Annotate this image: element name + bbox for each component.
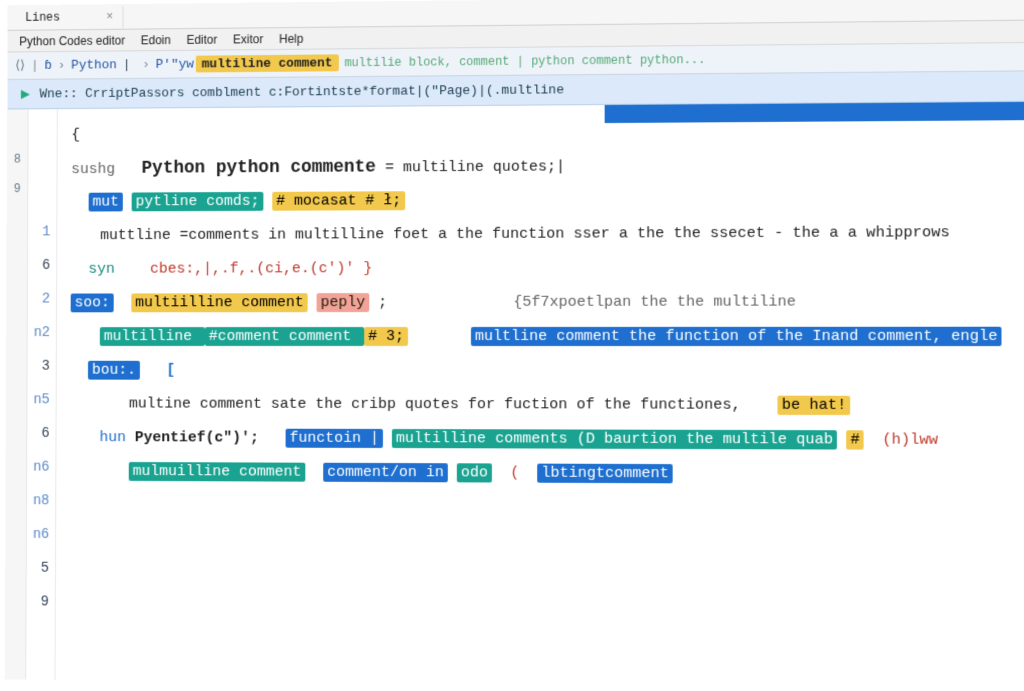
code-line: mut pytline comds; # mocasat # ł; (71, 181, 1024, 219)
code-line: mulmuilline comment comment/on in odo ( … (70, 455, 1024, 493)
tab-label: Lines (25, 10, 60, 24)
line-number-gutter: 162n23n56n6n8n659 (26, 109, 58, 680)
close-icon[interactable]: × (106, 10, 113, 24)
code-line: muttline =comments in multilline foet a … (71, 216, 1024, 253)
code-line: hun Pyentief(c")'; functoin | multilline… (70, 421, 1024, 458)
marker-gutter: 89 (5, 109, 29, 679)
file-tab[interactable]: Lines × (15, 6, 124, 29)
code-line: bou:. [ (70, 354, 1024, 389)
crumb-file[interactable]: P'"yw (156, 57, 194, 72)
menu-item-exitor[interactable]: Exitor (225, 29, 271, 49)
code-line: multine comment sate the cribp quotes fo… (70, 388, 1024, 424)
menu-item-python-codes[interactable]: Python Codes editor (11, 30, 133, 51)
nav-back-icon[interactable]: ⟨⟩ (15, 58, 25, 73)
code-line: syn cbes:,|,.f,.(ci,e.(c')' } (71, 250, 1024, 286)
menu-item-edoin[interactable]: Edoin (133, 30, 179, 50)
menu-item-editor[interactable]: Editor (179, 29, 226, 49)
code-editor[interactable]: { sushg Python python commente = multili… (56, 102, 1024, 691)
crumb-python[interactable]: Python (71, 57, 117, 72)
code-line: multilline #comment comment # 3; multlin… (70, 320, 1024, 355)
code-line: soo: multiilline comment peply ; {5f7xpo… (71, 285, 1024, 320)
context-badge: multiline comment (196, 54, 339, 72)
code-line: sushg Python python commente = multiline… (71, 147, 1024, 186)
crumb-root[interactable]: ɓ (44, 58, 52, 73)
menu-item-help[interactable]: Help (271, 28, 311, 48)
main-area: 89 162n23n56n6n8n659 { sushg Python pyth… (5, 102, 1024, 691)
breadcrumb-tail: multilie block, comment | python comment… (344, 53, 705, 70)
run-icon[interactable]: ▶ (21, 87, 30, 102)
info-text: Wne:: CrriptPassors comblment c:Fortints… (40, 82, 565, 101)
